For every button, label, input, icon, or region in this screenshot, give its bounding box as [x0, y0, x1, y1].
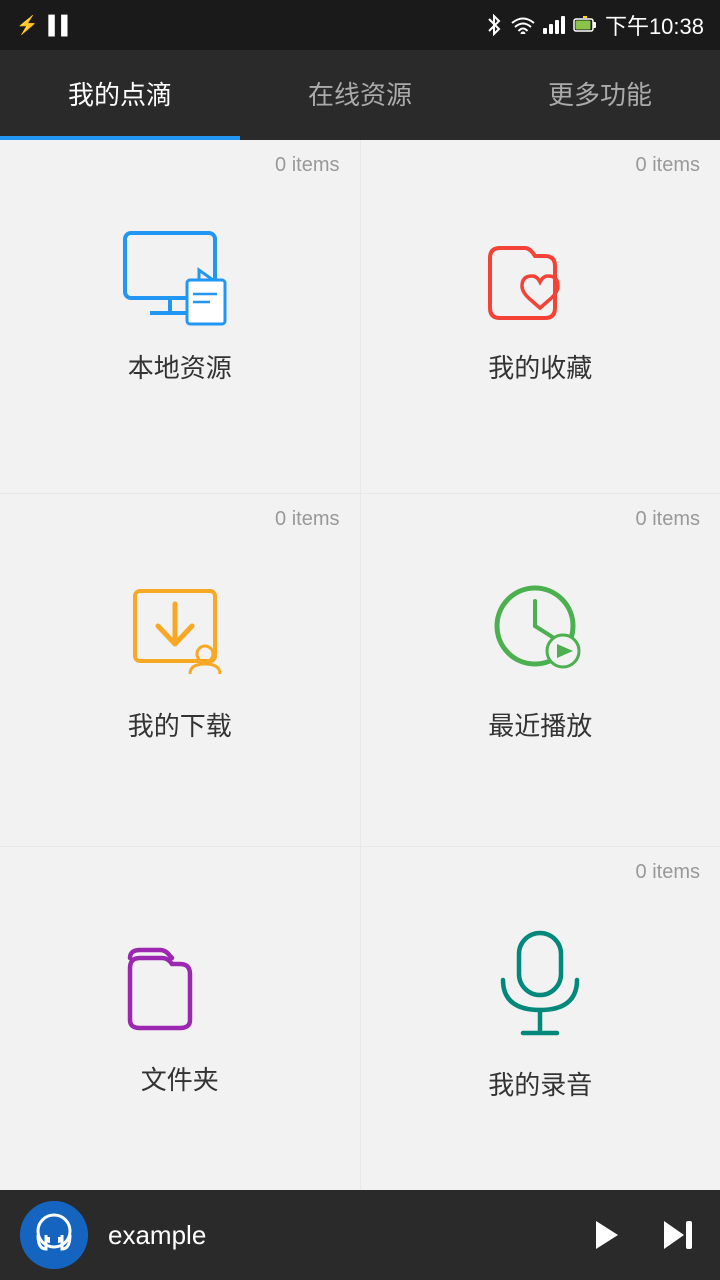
grid-cell-folders[interactable]: 文件夹: [0, 847, 360, 1200]
folder-icon: [120, 930, 240, 1040]
download-icon: [120, 576, 240, 686]
status-bar: ⚡ ▌▌: [0, 0, 720, 50]
status-time: 下午10:38: [605, 9, 704, 41]
monitor-icon: [115, 228, 245, 328]
grid-cell-favorites[interactable]: 0 items 我的收藏: [361, 140, 720, 493]
microphone-icon: [485, 925, 595, 1045]
wifi-icon: [511, 16, 535, 34]
downloads-content: 我的下载: [0, 494, 360, 847]
tab-more[interactable]: 更多功能: [480, 50, 720, 140]
status-left-icons: ⚡ ▌▌: [16, 15, 74, 36]
favorites-label: 我的收藏: [488, 348, 592, 385]
recordings-content: 我的录音: [361, 847, 720, 1200]
clock-play-icon: [480, 576, 600, 686]
player-controls: [582, 1213, 700, 1257]
tab-online[interactable]: 在线资源: [240, 50, 480, 140]
tab-my[interactable]: 我的点滴: [0, 50, 240, 140]
recent-count: 0 items: [636, 508, 700, 531]
folders-content: 文件夹: [0, 847, 360, 1200]
grid-cell-local[interactable]: 0 items 本地资源: [0, 140, 360, 493]
player-bar: example: [0, 1190, 720, 1280]
barcode-icon: ▌▌: [48, 15, 74, 36]
local-content: 本地资源: [0, 140, 360, 493]
folders-label: 文件夹: [141, 1060, 219, 1097]
play-button[interactable]: [582, 1213, 626, 1257]
usb-icon: ⚡: [16, 15, 38, 36]
grid-cell-recent[interactable]: 0 items 最近播放: [361, 494, 720, 847]
favorites-count: 0 items: [636, 154, 700, 177]
local-count: 0 items: [275, 154, 339, 177]
tab-bar: 我的点滴 在线资源 更多功能: [0, 50, 720, 140]
player-title: example: [108, 1220, 582, 1251]
battery-icon: [573, 16, 597, 34]
recent-content: 最近播放: [361, 494, 720, 847]
grid-cell-recordings[interactable]: 0 items 我的录音: [361, 847, 720, 1200]
signal-icon: [543, 16, 565, 34]
recordings-label: 我的录音: [488, 1065, 592, 1102]
main-grid: 0 items 本地资源 0 items: [0, 140, 720, 1200]
recordings-count: 0 items: [636, 861, 700, 884]
downloads-count: 0 items: [275, 508, 339, 531]
folder-heart-icon: [480, 228, 600, 328]
favorites-content: 我的收藏: [361, 140, 720, 493]
status-right-icons: 下午10:38: [485, 9, 704, 41]
recent-label: 最近播放: [488, 706, 592, 743]
next-button[interactable]: [656, 1213, 700, 1257]
downloads-label: 我的下载: [128, 706, 232, 743]
player-avatar: [20, 1201, 88, 1269]
grid-cell-downloads[interactable]: 0 items 我的下载: [0, 494, 360, 847]
local-label: 本地资源: [128, 348, 232, 385]
bluetooth-icon: [485, 14, 503, 36]
